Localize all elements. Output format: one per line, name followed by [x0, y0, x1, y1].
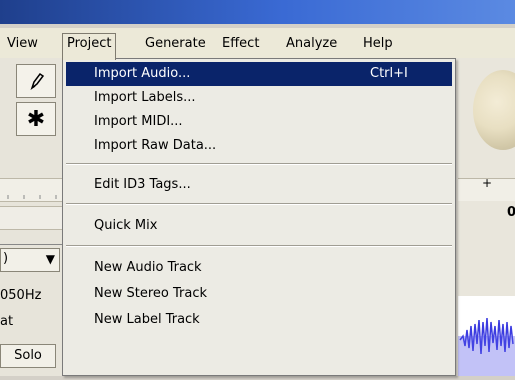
menu-item-label: Import Labels...: [94, 90, 196, 105]
right-ruler: +: [458, 176, 515, 201]
draw-tool-button[interactable]: [16, 64, 56, 98]
menu-item-label: Import MIDI...: [94, 114, 183, 129]
menu-item-label: New Label Track: [94, 312, 200, 327]
multi-tool-icon: ✱: [26, 106, 46, 132]
menu-analyze[interactable]: Analyze: [282, 34, 341, 54]
menu-project[interactable]: Project: [62, 33, 117, 60]
menu-separator: [66, 163, 452, 165]
menu-item-import-raw-data[interactable]: Import Raw Data...: [66, 134, 452, 158]
menu-item-label: Edit ID3 Tags...: [94, 177, 191, 192]
menu-item-label: Import Audio...: [94, 66, 191, 81]
waveform-area: [458, 296, 515, 376]
ruler-label-0: 0: [507, 205, 515, 220]
menu-item-label: New Stereo Track: [94, 286, 207, 301]
menu-item-edit-id3-tags[interactable]: Edit ID3 Tags...: [66, 173, 452, 197]
title-bar: [0, 0, 515, 24]
menu-item-shortcut: Ctrl+I: [370, 66, 408, 81]
menu-item-quick-mix[interactable]: Quick Mix: [66, 214, 452, 238]
menu-item-new-audio-track[interactable]: New Audio Track: [66, 256, 452, 280]
ruler-ticks: [7, 195, 57, 199]
menu-separator: [66, 203, 452, 205]
menu-separator: [66, 245, 452, 247]
multi-tool-button[interactable]: ✱: [16, 102, 56, 136]
menu-item-label: Import Raw Data...: [94, 138, 217, 153]
waveform-graph: [458, 317, 515, 376]
solo-button[interactable]: Solo: [0, 344, 56, 368]
menu-generate[interactable]: Generate: [141, 34, 210, 54]
track-divider: [0, 234, 62, 245]
tool-panel: ✱ ) ▼ 050Hz at: [0, 58, 62, 376]
menu-item-import-audio[interactable]: Import Audio... Ctrl+I: [66, 62, 452, 86]
menu-view[interactable]: View: [3, 34, 42, 54]
draw-tool-icon: [30, 72, 45, 91]
track-name-dropdown[interactable]: ) ▼: [0, 248, 60, 272]
track-format: at: [0, 314, 14, 329]
chevron-down-icon: ▼: [45, 252, 55, 266]
menu-item-label: New Audio Track: [94, 260, 202, 275]
track-name-text: ): [3, 251, 9, 266]
menu-item-import-labels[interactable]: Import Labels...: [66, 86, 452, 110]
menu-item-label: Quick Mix: [94, 218, 158, 233]
track-rate: 050Hz: [0, 288, 42, 303]
menu-effect[interactable]: Effect: [218, 34, 263, 54]
menu-item-import-midi[interactable]: Import MIDI...: [66, 110, 452, 134]
left-ruler: [0, 178, 62, 202]
menu-item-new-stereo-track[interactable]: New Stereo Track: [66, 282, 452, 306]
project-menu: Import Audio... Ctrl+I Import Labels... …: [62, 58, 456, 376]
ruler-tick-plus: +: [482, 176, 493, 190]
menu-item-new-label-track[interactable]: New Label Track: [66, 308, 452, 332]
menu-bar: View Project Generate Effect Analyze Hel…: [0, 28, 515, 60]
timeline-strip: [0, 206, 62, 230]
menu-help[interactable]: Help: [359, 34, 397, 54]
